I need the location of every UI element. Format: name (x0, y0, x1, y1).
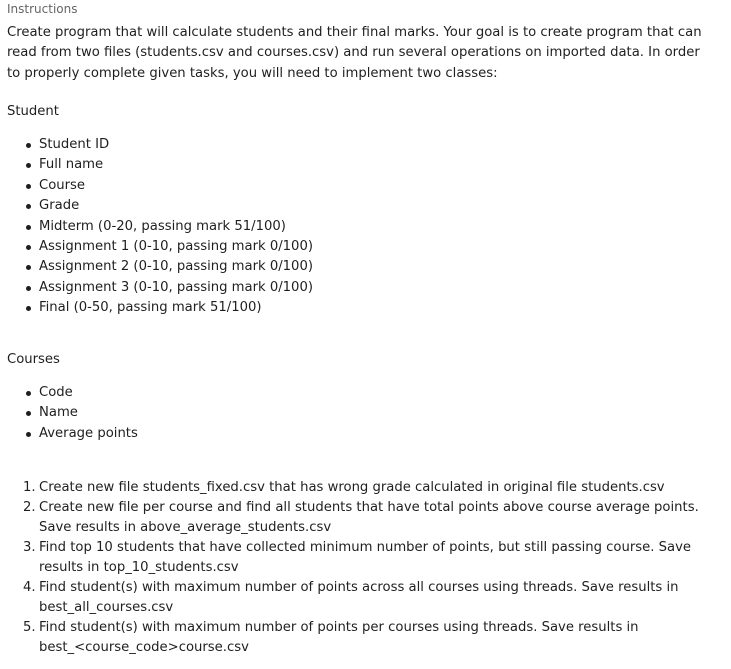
course-field-item: Average points (0, 424, 138, 444)
task-text: Find student(s) with maximum number of p… (39, 620, 639, 655)
student-fields-list: Student ID Full name Course Grade Midter… (0, 135, 313, 319)
student-field-item: Full name (0, 155, 313, 175)
task-text: Create new file students_fixed.csv that … (39, 480, 665, 495)
student-field-label: Grade (39, 198, 80, 214)
intro-paragraph: Create program that will calculate stude… (7, 25, 702, 81)
course-field-item: Code (0, 383, 138, 403)
student-field-label: Final (0-50, passing mark 51/100) (39, 300, 262, 316)
task-item: 4. Find student(s) with maximum number of… (0, 578, 699, 618)
bullet-icon (26, 143, 31, 148)
bullet-icon (26, 285, 31, 291)
bullet-icon (26, 411, 31, 417)
instructions-header: Instructions (7, 2, 78, 16)
task-number: 4. (23, 580, 36, 595)
student-field-label: Student ID (39, 137, 110, 152)
courses-section-title: Courses (7, 352, 60, 367)
bullet-icon (26, 265, 31, 271)
student-field-item: Course (0, 176, 313, 196)
tasks-list: 1. Create new file students_fixed.csv tha… (0, 478, 699, 658)
bullet-icon (26, 163, 31, 169)
course-field-label: Average points (39, 425, 138, 441)
student-field-label: Midterm (0-20, passing mark 51/100) (39, 218, 286, 234)
bullet-icon (26, 391, 31, 396)
student-field-item: Assignment 1 (0-10, passing mark 0/100) (0, 237, 313, 257)
student-field-label: Assignment 1 (0-10, passing mark 0/100) (39, 238, 313, 254)
task-number: 5. (23, 620, 36, 635)
task-item: 2. Create new file per course and find al… (0, 498, 699, 538)
bullet-icon (26, 183, 31, 189)
student-field-item: Midterm (0-20, passing mark 51/100) (0, 217, 313, 237)
student-field-item: Grade (0, 196, 313, 216)
bullet-icon (26, 204, 31, 210)
task-number: 1. (23, 480, 36, 495)
task-text: Create new file per course and find all … (39, 500, 699, 535)
course-field-label: Name (39, 405, 78, 421)
student-field-item: Assignment 3 (0-10, passing mark 0/100) (0, 278, 313, 298)
task-item: 3. Find top 10 students that have collect… (0, 538, 699, 578)
task-number: 3. (23, 540, 36, 555)
task-number: 2. (23, 500, 36, 515)
student-field-item: Final (0-50, passing mark 51/100) (0, 298, 313, 318)
task-text: Find top 10 students that have collected… (39, 540, 691, 575)
student-field-label: Course (39, 177, 86, 193)
course-field-item: Name (0, 403, 138, 423)
student-field-item: Student ID (0, 135, 313, 155)
student-field-label: Full name (39, 157, 104, 173)
bullet-icon (26, 306, 31, 312)
courses-fields-list: Code Name Average points (0, 383, 138, 444)
course-field-label: Code (39, 385, 73, 400)
student-field-item: Assignment 2 (0-10, passing mark 0/100) (0, 257, 313, 277)
student-section-title: Student (7, 104, 59, 119)
student-field-label: Assignment 3 (0-10, passing mark 0/100) (39, 279, 313, 295)
task-item: 5. Find student(s) with maximum number of… (0, 618, 699, 658)
task-item: 1. Create new file students_fixed.csv tha… (0, 478, 699, 498)
student-field-label: Assignment 2 (0-10, passing mark 0/100) (39, 259, 313, 275)
bullet-icon (26, 224, 31, 230)
bullet-icon (26, 431, 31, 437)
task-text: Find student(s) with maximum number of p… (39, 580, 679, 615)
bullet-icon (26, 244, 31, 250)
